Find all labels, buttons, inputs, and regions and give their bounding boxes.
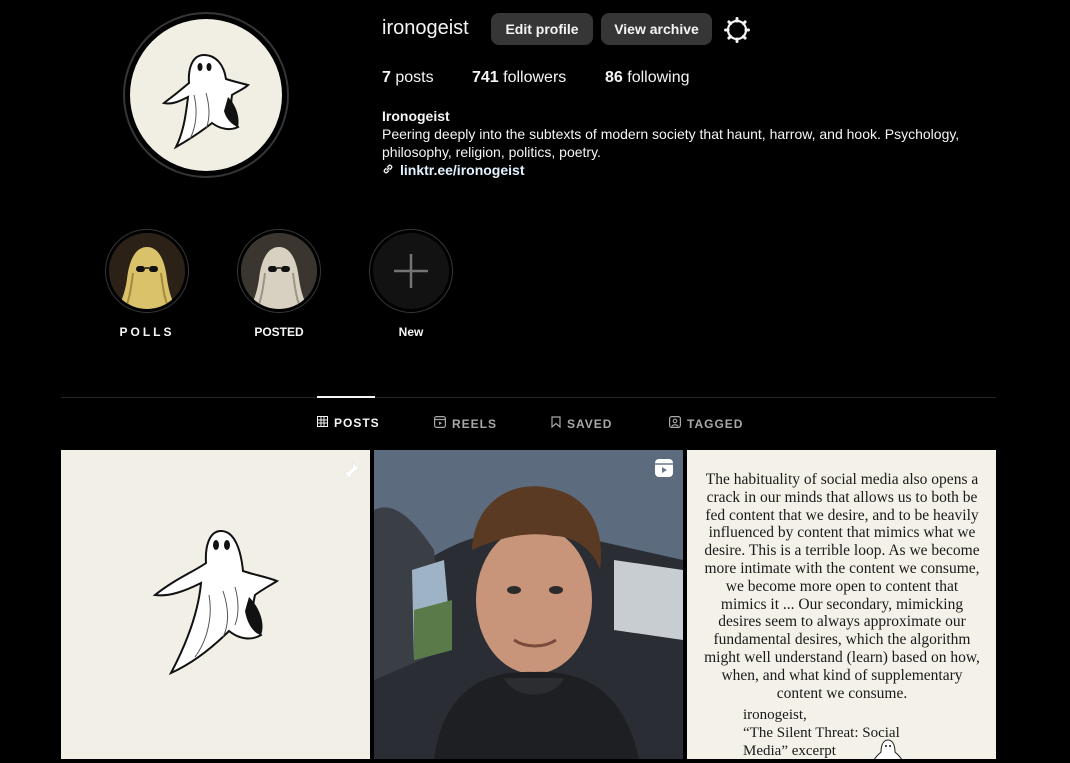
bio-name: Ironogeist xyxy=(382,108,450,124)
tab-posts[interactable]: POSTS xyxy=(317,416,380,430)
highlight-label: New xyxy=(398,325,424,339)
link-icon xyxy=(382,162,394,178)
grid-icon xyxy=(317,416,328,430)
reels-icon xyxy=(654,458,674,483)
settings-gear-icon[interactable] xyxy=(723,16,751,44)
highlight-posted[interactable]: POSTED xyxy=(236,229,322,339)
ghost-logo xyxy=(130,19,282,171)
ghost-sunglasses-image xyxy=(241,233,317,309)
posts-count: 7 posts xyxy=(382,69,434,86)
active-tab-indicator xyxy=(317,396,375,398)
profile-avatar[interactable] xyxy=(123,12,289,178)
edit-profile-button[interactable]: Edit profile xyxy=(491,13,593,45)
quote-text: The habituality of social media also ope… xyxy=(704,471,980,702)
highlight-label: POLLS xyxy=(119,325,175,339)
following-link[interactable]: 86 following xyxy=(605,69,690,87)
bio-link[interactable]: linktr.ee/ironogeist xyxy=(382,162,524,178)
pin-icon xyxy=(339,460,361,487)
tab-label: TAGGED xyxy=(687,416,744,431)
bio-text: Peering deeply into the subtexts of mode… xyxy=(382,126,960,160)
reel-thumbnail xyxy=(374,450,683,759)
tab-label: POSTS xyxy=(334,416,380,430)
highlight-polls[interactable]: POLLS xyxy=(104,229,190,339)
profile-username: ironogeist xyxy=(382,17,469,39)
post-tile-quote[interactable]: The habituality of social media also ope… xyxy=(687,450,996,759)
tab-saved[interactable]: SAVED xyxy=(551,416,612,431)
ghost-illustration xyxy=(151,525,281,690)
tabs-divider xyxy=(61,397,996,398)
reels-icon xyxy=(434,416,447,431)
tab-label: REELS xyxy=(452,416,498,431)
tab-tagged[interactable]: TAGGED xyxy=(669,416,743,431)
highlight-label: POSTED xyxy=(254,325,304,339)
tab-reels[interactable]: REELS xyxy=(434,416,497,431)
post-tile-reel[interactable] xyxy=(374,450,683,759)
highlight-new[interactable]: New xyxy=(368,229,454,339)
ghost-sunglasses-image xyxy=(109,233,185,309)
tab-label: SAVED xyxy=(567,416,613,431)
view-archive-button[interactable]: View archive xyxy=(601,13,712,45)
post-tile-ghost[interactable] xyxy=(61,450,370,759)
small-ghost-icon xyxy=(873,738,903,759)
followers-link[interactable]: 741 followers xyxy=(472,69,566,87)
plus-icon xyxy=(373,233,449,309)
tag-icon xyxy=(669,416,682,431)
bio-link-text[interactable]: linktr.ee/ironogeist xyxy=(400,162,524,178)
bookmark-icon xyxy=(551,416,561,431)
